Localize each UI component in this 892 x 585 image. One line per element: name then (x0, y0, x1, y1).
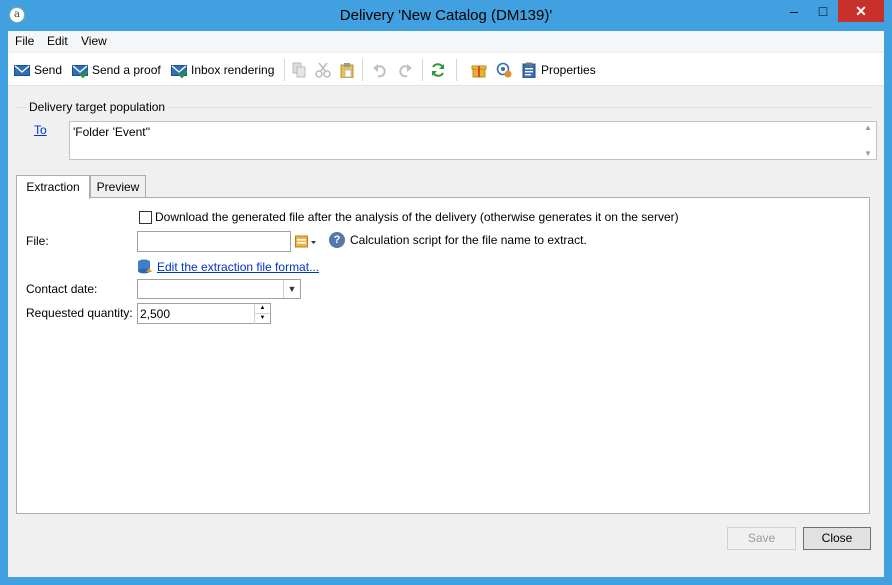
send-proof-label: Send a proof (92, 63, 161, 77)
menu-bar: File Edit View (8, 31, 884, 51)
script-editor-icon[interactable] (295, 234, 317, 250)
envelope-check-icon (171, 62, 188, 79)
extraction-panel: Download the generated file after the an… (16, 197, 870, 514)
toolbar-separator (284, 59, 285, 81)
paste-icon[interactable] (339, 62, 355, 79)
inbox-rendering-button[interactable]: Inbox rendering (171, 60, 274, 80)
copy-icon[interactable] (291, 62, 307, 78)
requested-quantity-label: Requested quantity: (26, 306, 133, 320)
title-bar[interactable]: a Delivery 'New Catalog (DM139)' – □ ✕ (0, 0, 892, 31)
save-button[interactable]: Save (727, 527, 796, 550)
target-population-value: 'Folder 'Event'' (73, 125, 151, 139)
requested-quantity-stepper[interactable]: 2,500 ▲ ▼ (137, 303, 271, 324)
tab-extraction[interactable]: Extraction (16, 175, 90, 199)
contact-date-label: Contact date: (26, 282, 98, 296)
requested-quantity-value: 2,500 (140, 307, 171, 321)
gift-icon[interactable] (471, 62, 487, 78)
contact-date-combo[interactable]: ▼ (137, 279, 301, 299)
download-checkbox-label: Download the generated file after the an… (155, 210, 679, 224)
scroll-up-icon[interactable]: ▲ (864, 123, 872, 132)
tab-preview[interactable]: Preview (90, 175, 146, 198)
to-link[interactable]: To (34, 123, 47, 137)
close-window-button[interactable]: ✕ (838, 0, 884, 22)
window-title: Delivery 'New Catalog (DM139)' (339, 7, 553, 24)
delivery-target-group: Delivery target population To 'Folder 'E… (16, 100, 877, 170)
minimize-button[interactable]: – (780, 0, 808, 22)
help-icon[interactable]: ? (329, 232, 345, 248)
inbox-rendering-label: Inbox rendering (191, 63, 275, 77)
target-scrollbar[interactable]: ▲ ▼ (861, 123, 875, 158)
quantity-spinner[interactable]: ▲ ▼ (254, 304, 270, 324)
file-input[interactable] (137, 231, 291, 252)
maximize-button[interactable]: □ (810, 0, 836, 22)
toolbar: Send Send a proof Inbox rendering Proper… (8, 53, 884, 86)
tab-strip: Extraction Preview (16, 175, 876, 199)
redo-icon[interactable] (397, 62, 413, 78)
send-proof-button[interactable]: Send a proof (72, 60, 161, 80)
file-label: File: (26, 234, 49, 248)
spin-up-icon[interactable]: ▲ (255, 304, 270, 314)
menu-file[interactable]: File (15, 34, 34, 48)
properties-label: Properties (541, 63, 596, 77)
chevron-down-icon[interactable]: ▼ (283, 280, 300, 298)
envelope-check-icon (72, 62, 89, 79)
toolbar-separator (422, 59, 423, 81)
delivery-window: a Delivery 'New Catalog (DM139)' – □ ✕ F… (0, 0, 892, 585)
send-button[interactable]: Send (14, 60, 62, 80)
menu-edit[interactable]: Edit (47, 34, 68, 48)
properties-button[interactable]: Properties (521, 60, 596, 80)
send-label: Send (34, 63, 63, 77)
scroll-down-icon[interactable]: ▼ (864, 149, 872, 158)
toolbar-separator (362, 59, 363, 81)
close-button[interactable]: Close (803, 527, 871, 550)
target-settings-icon[interactable] (496, 62, 512, 78)
toolbar-separator (456, 59, 457, 81)
undo-icon[interactable] (372, 62, 388, 78)
clipboard-icon (521, 62, 537, 79)
cut-icon[interactable] (315, 62, 331, 78)
refresh-icon[interactable] (430, 62, 446, 78)
database-edit-icon (137, 259, 153, 275)
spin-down-icon[interactable]: ▼ (255, 314, 270, 323)
client-area: File Edit View Send Send a proof Inbox r… (8, 31, 884, 577)
delivery-target-label: Delivery target population (26, 100, 169, 114)
envelope-icon (14, 62, 30, 78)
edit-extraction-format-link[interactable]: Edit the extraction file format... (157, 260, 319, 274)
target-population-field[interactable]: 'Folder 'Event'' ▲ ▼ (69, 121, 877, 160)
download-checkbox[interactable] (139, 211, 152, 224)
menu-view[interactable]: View (81, 34, 107, 48)
calc-script-text: Calculation script for the file name to … (350, 233, 587, 247)
